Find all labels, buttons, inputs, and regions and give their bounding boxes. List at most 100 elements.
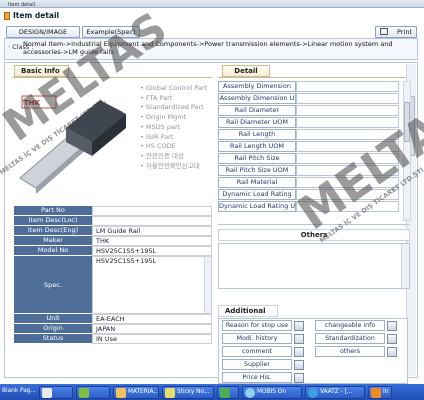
- classification-path: · Class : Normal Item->Industrial Equipm…: [4, 38, 418, 60]
- field-label: Item Desc(Eng): [14, 226, 92, 236]
- comment-icon[interactable]: [294, 346, 304, 357]
- taskbar-item-vaatz[interactable]: VAATZ - [...: [305, 385, 365, 399]
- windows-taskbar: Blank Pag... MATERIA... Sticky No... MOB…: [0, 384, 424, 400]
- taskbar-item-materia[interactable]: MATERIA...: [113, 385, 159, 399]
- detail-label: Rail Pitch Size: [218, 153, 296, 164]
- basic-info-fields: Part No Item Desc(Loc) Item Desc(Eng) LM …: [14, 206, 214, 344]
- globe-icon: [245, 387, 255, 398]
- design-image-button[interactable]: DESIGN/IMAGE: [6, 26, 80, 38]
- price-history-label: Price His.: [222, 372, 292, 383]
- app-icon: [220, 387, 230, 398]
- modi-history-label: Modi. history: [222, 333, 292, 344]
- field-row-maker: Maker THK: [14, 236, 214, 246]
- changeable-info-icon[interactable]: [387, 320, 397, 331]
- field-label: Model No: [14, 246, 92, 256]
- supplier-label: Supplier: [222, 359, 292, 370]
- link-standardized-part[interactable]: • Standardized Part: [140, 103, 220, 113]
- modi-history-icon[interactable]: [294, 333, 304, 344]
- field-label: Status: [14, 334, 92, 344]
- comment-label: comment: [222, 346, 292, 357]
- taskbar-item-app3[interactable]: [76, 385, 110, 399]
- desc-eng-field: LM Guide Rail: [92, 226, 212, 236]
- app-icon: [371, 387, 381, 398]
- printer-icon: [380, 28, 388, 35]
- taskbar-item-blank-page[interactable]: Blank Pag...: [0, 386, 36, 399]
- spec-value: HSV25C1SS+195L: [96, 257, 157, 265]
- others-icon[interactable]: [387, 346, 397, 357]
- item-detail-window: Item detail Item detail DESIGN/IMAGE Exa…: [0, 0, 424, 400]
- status-field: IN Use: [92, 334, 212, 344]
- detail-label: Rail Pitch Size UOM: [218, 165, 296, 176]
- detail-label: Assembly Dimension: [218, 81, 296, 92]
- detail-label: Dynamic Load Rating U: [218, 201, 296, 212]
- detail-divider: [218, 77, 406, 78]
- sticky-note-icon: [165, 387, 175, 398]
- supplier-icon[interactable]: [294, 359, 304, 370]
- folder-icon: [116, 387, 126, 398]
- price-history-icon[interactable]: [294, 372, 304, 383]
- link-msds-part[interactable]: • MSDS part: [140, 123, 220, 133]
- spec-textarea[interactable]: HSV25C1SS+195L: [92, 256, 212, 314]
- detail-label: Rail Material: [218, 177, 296, 188]
- spec-scrollbar[interactable]: [204, 257, 211, 313]
- detail-label: Rail Diameter UOM: [218, 117, 296, 128]
- desc-loc-field: [92, 216, 212, 226]
- taskbar-item-app6[interactable]: [217, 385, 239, 399]
- field-row-status: Status IN Use: [14, 334, 214, 344]
- standardization-icon[interactable]: [387, 333, 397, 344]
- additional-info-header: Additional info: [218, 305, 278, 326]
- field-row-unit: Unit EA-EACH: [14, 314, 214, 324]
- page-title-text: Item detail: [13, 11, 60, 20]
- link-safety-cert[interactable]: • 안전인증 대상: [140, 152, 220, 162]
- link-origin-mgmt[interactable]: • Origin Mgmt: [140, 113, 220, 123]
- link-isir-part[interactable]: • ISIR Part: [140, 133, 220, 143]
- others-scrollbar[interactable]: [401, 244, 409, 288]
- detail-header: Detail: [222, 65, 270, 77]
- link-hs-code[interactable]: • HS CODE: [140, 142, 220, 152]
- window-titlebar: Item detail: [0, 0, 424, 8]
- basic-info-links: • Global Control Part • FTA Part • Stand…: [140, 84, 220, 171]
- taskbar-item-in[interactable]: In: [368, 385, 392, 399]
- print-button[interactable]: Print: [375, 26, 417, 38]
- ie-icon: [308, 387, 318, 398]
- link-self-safety-check[interactable]: • 자율안전확인신고대: [140, 162, 220, 172]
- field-label: Item Desc(Loc): [14, 216, 92, 226]
- taskbar-item-sticky-notes[interactable]: Sticky No...: [162, 385, 214, 399]
- reason-stop-use-label: Reason for stop use: [222, 320, 292, 331]
- changeable-info-label: changeable info: [315, 320, 385, 331]
- taskbar-item-mobis-on[interactable]: MOBIS On: [242, 385, 302, 399]
- field-row-model-no: Model No HSV25C1SS+195L: [14, 246, 214, 256]
- detail-value: [296, 81, 399, 92]
- others-label: others: [315, 346, 385, 357]
- field-label: Origin: [14, 324, 92, 334]
- maker-field: THK: [92, 236, 212, 246]
- model-no-field: HSV25C1SS+195L: [92, 246, 212, 256]
- app-icon: [42, 387, 52, 398]
- window-title: Item detail: [8, 2, 36, 8]
- class-label: · Class :: [8, 43, 34, 51]
- document-icon: [4, 12, 10, 20]
- origin-field: JAPAN: [92, 324, 212, 334]
- link-global-control-part[interactable]: • Global Control Part: [140, 84, 220, 94]
- detail-value: [296, 93, 399, 104]
- field-row-origin: Origin JAPAN: [14, 324, 214, 334]
- reason-stop-use-icon[interactable]: [294, 320, 304, 331]
- part-no-field: [92, 206, 212, 216]
- additional-info-left: Reason for stop use Modi. history commen…: [222, 320, 312, 385]
- detail-label: Rail Diameter: [218, 105, 296, 116]
- print-label: Print: [397, 28, 412, 36]
- additional-info-right: changeable info Standardization others: [315, 320, 405, 359]
- field-label: Maker: [14, 236, 92, 246]
- page-title: Item detail: [4, 10, 204, 22]
- detail-label: Rail Length: [218, 129, 296, 140]
- taskbar-item-app2[interactable]: [39, 385, 73, 399]
- detail-label: Dynamic Load Rating: [218, 189, 296, 200]
- detail-value: [296, 105, 399, 116]
- field-row-spec: Spec. HSV25C1SS+195L: [14, 256, 214, 314]
- others-textarea[interactable]: [218, 243, 410, 289]
- field-row-desc-loc: Item Desc(Loc): [14, 216, 214, 226]
- detail-label: Rail Length UOM: [218, 141, 296, 152]
- link-fta-part[interactable]: • FTA Part: [140, 94, 220, 104]
- app-icon: [79, 387, 89, 398]
- field-label: Spec.: [14, 256, 92, 314]
